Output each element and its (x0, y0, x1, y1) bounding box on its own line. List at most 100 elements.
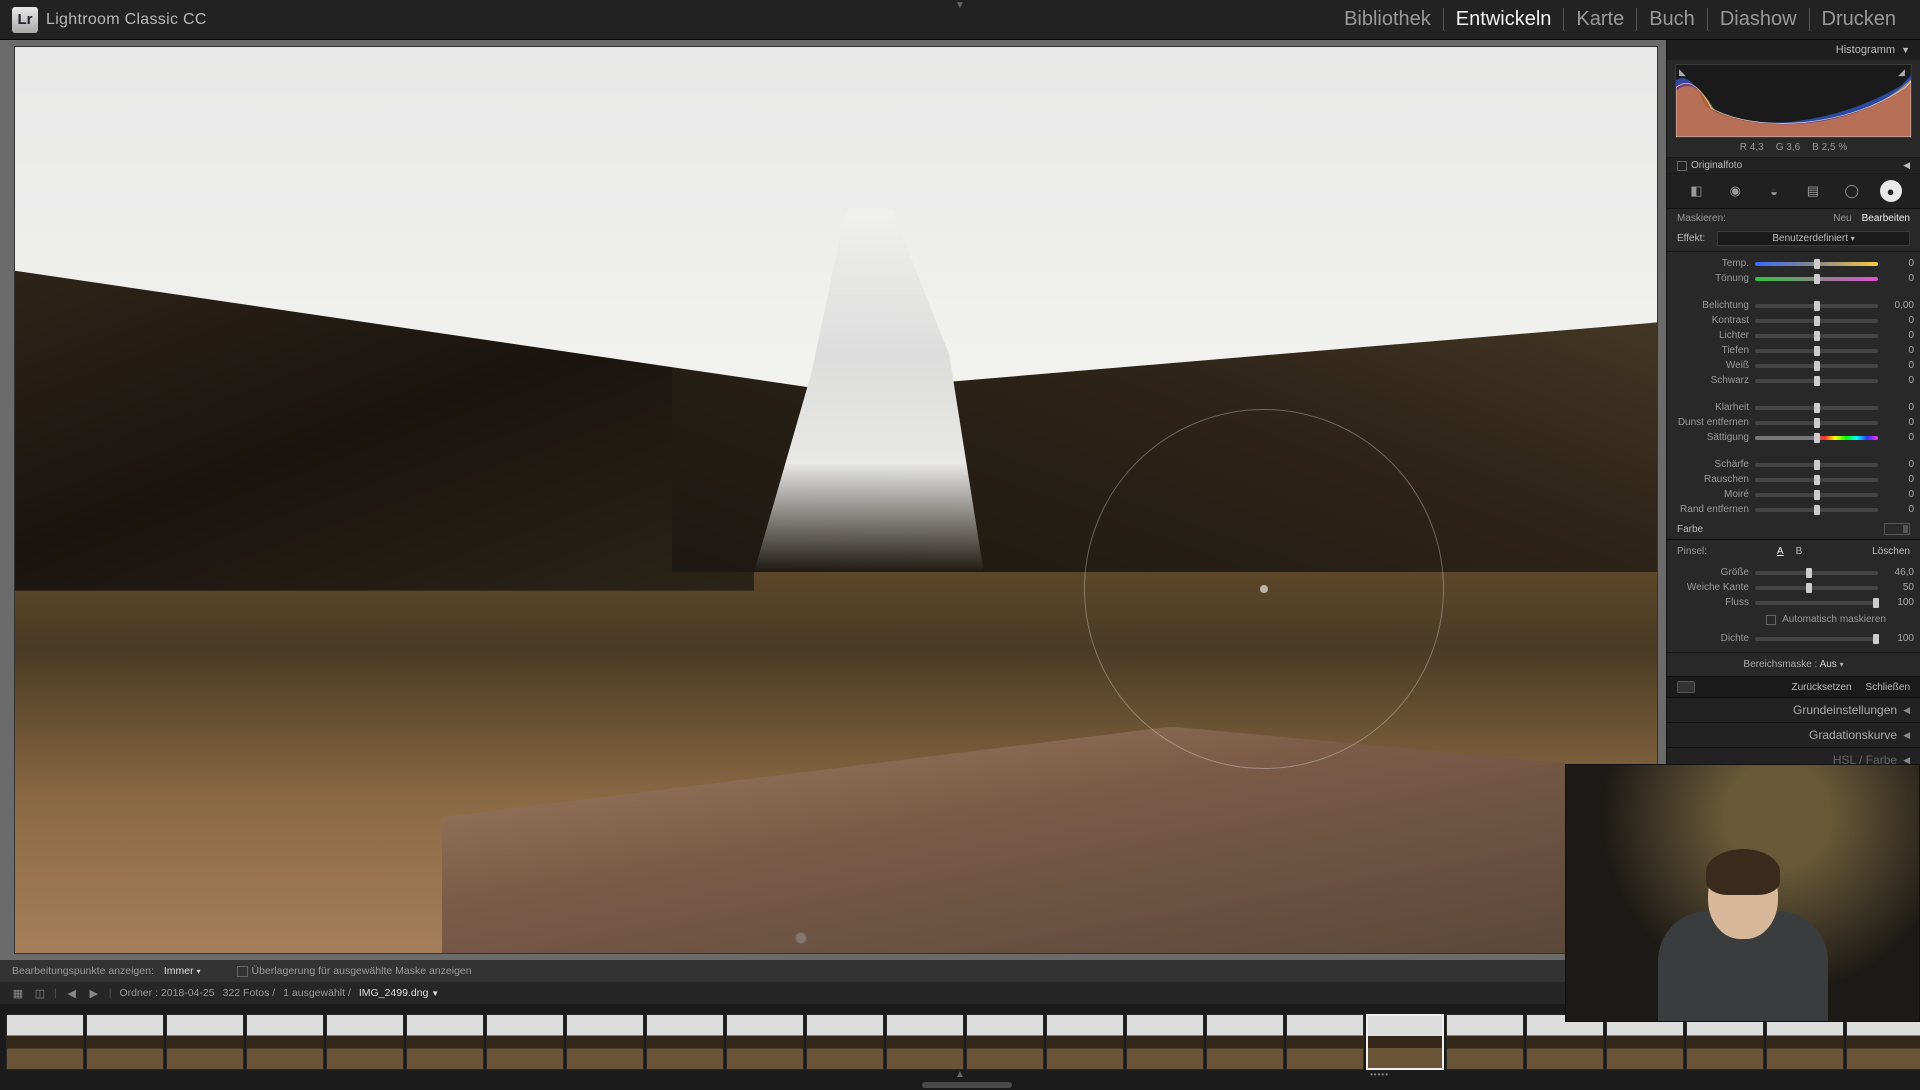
filmstrip-scrollbar[interactable] (0, 1080, 1920, 1090)
thumbnail[interactable] (726, 1014, 804, 1070)
brush-erase-button[interactable]: Löschen (1872, 546, 1910, 557)
brush-tool[interactable]: ● (1880, 180, 1902, 202)
effect-preset-select[interactable]: Benutzerdefiniert ▾ (1717, 231, 1910, 246)
highlight-clip-icon[interactable]: ◢ (1898, 67, 1908, 77)
edit-pins-mode-select[interactable]: Immer ▾ (164, 965, 201, 977)
brush-fluss[interactable]: Fluss100 (1673, 595, 1914, 610)
auto-mask-row[interactable]: Automatisch maskieren (1667, 612, 1920, 627)
brush-label: Pinsel: (1677, 546, 1707, 557)
thumbnail[interactable] (1446, 1014, 1524, 1070)
breadcrumb[interactable]: Ordner : 2018-04-25 (119, 987, 214, 999)
panel-bottom-handle[interactable]: ▲ (955, 1069, 965, 1080)
brush-weiche-kante[interactable]: Weiche Kante50 (1673, 580, 1914, 595)
slider-belichtung[interactable]: Belichtung0,00 (1673, 298, 1914, 313)
reset-button[interactable]: Zurücksetzen (1792, 682, 1852, 693)
slider-klarheit[interactable]: Klarheit0 (1673, 400, 1914, 415)
close-button[interactable]: Schließen (1866, 682, 1910, 693)
thumbnail[interactable] (166, 1014, 244, 1070)
histogram[interactable]: ◣ ◢ (1675, 64, 1912, 138)
panel-toggle-switch[interactable] (1677, 681, 1695, 693)
slider-kontrast[interactable]: Kontrast0 (1673, 313, 1914, 328)
thumbnail[interactable] (886, 1014, 964, 1070)
shadow-clip-icon[interactable]: ◣ (1679, 67, 1689, 77)
histogram-rgb-readout: R 4,3 G 3,6 B 2,5 % (1667, 140, 1920, 157)
histogram-header[interactable]: Histogramm▼ (1667, 40, 1920, 60)
thumbnail[interactable] (1686, 1014, 1764, 1070)
overlay-toggle[interactable]: Überlagerung für ausgewählte Maske anzei… (237, 965, 472, 977)
slider-rauschen[interactable]: Rauschen0 (1673, 472, 1914, 487)
slider-temp-[interactable]: Temp.0 (1673, 256, 1914, 271)
slider-dunst-entfernen[interactable]: Dunst entfernen0 (1673, 415, 1914, 430)
checkbox-icon[interactable] (1677, 161, 1687, 171)
reset-close-row: Zurücksetzen Schließen (1667, 676, 1920, 697)
brush-b-button[interactable]: B (1796, 546, 1803, 557)
mask-new-button[interactable]: Neu (1833, 213, 1851, 224)
nav-karte[interactable]: Karte (1564, 8, 1637, 31)
thumbnail[interactable] (6, 1014, 84, 1070)
thumbnail[interactable] (1766, 1014, 1844, 1070)
brush-gr-e[interactable]: Größe46,0 (1673, 565, 1914, 580)
slider-rand-entfernen[interactable]: Rand entfernen0 (1673, 502, 1914, 517)
crop-tool[interactable]: ◧ (1685, 180, 1707, 202)
brush-dichte[interactable]: Dichte100 (1673, 631, 1914, 646)
mask-edit-button[interactable]: Bearbeiten (1862, 213, 1910, 224)
redeye-tool[interactable]: ◒ (1763, 180, 1785, 202)
nav-drucken[interactable]: Drucken (1810, 8, 1908, 31)
thumbnail[interactable] (566, 1014, 644, 1070)
original-photo-toggle[interactable]: Originalfoto ◀ (1667, 157, 1920, 174)
canvas-area[interactable] (0, 40, 1666, 960)
thumbnail[interactable] (806, 1014, 884, 1070)
compare-view-button[interactable]: ◫ (32, 986, 46, 1000)
slider-t-nung[interactable]: Tönung0 (1673, 271, 1914, 286)
nav-bibliothek[interactable]: Bibliothek (1332, 8, 1444, 31)
panel-gradationskurve[interactable]: Gradationskurve◀ (1667, 722, 1920, 747)
thumbnail[interactable] (326, 1014, 404, 1070)
slider-moir-[interactable]: Moiré0 (1673, 487, 1914, 502)
range-mask-row[interactable]: Bereichsmaske : Aus ▾ (1667, 652, 1920, 676)
nav-diashow[interactable]: Diashow (1708, 8, 1810, 31)
next-photo-button[interactable]: ▶ (87, 986, 101, 1000)
adjustment-pin[interactable] (795, 932, 807, 944)
nav-entwickeln[interactable]: Entwickeln (1444, 8, 1565, 31)
panel-top-handle[interactable]: ▼ (955, 0, 965, 11)
prev-photo-button[interactable]: ◀ (65, 986, 79, 1000)
grid-view-button[interactable]: ▦ (10, 986, 24, 1000)
thumbnail[interactable] (486, 1014, 564, 1070)
thumbnail[interactable] (1526, 1014, 1604, 1070)
radial-tool[interactable]: ◯ (1841, 180, 1863, 202)
slider-sch-rfe[interactable]: Schärfe0 (1673, 457, 1914, 472)
color-row: Farbe (1667, 519, 1920, 539)
nav-buch[interactable]: Buch (1637, 8, 1708, 31)
thumbnail[interactable] (406, 1014, 484, 1070)
thumbnail[interactable] (86, 1014, 164, 1070)
thumbnail[interactable] (246, 1014, 324, 1070)
module-nav: BibliothekEntwickelnKarteBuchDiashowDruc… (1332, 8, 1908, 31)
thumbnail[interactable] (1606, 1014, 1684, 1070)
webcam-overlay (1565, 764, 1920, 1022)
thumbnail[interactable] (1206, 1014, 1284, 1070)
slider-tiefen[interactable]: Tiefen0 (1673, 343, 1914, 358)
mask-label: Maskieren: (1677, 213, 1726, 224)
thumbnail[interactable] (1126, 1014, 1204, 1070)
slider-schwarz[interactable]: Schwarz0 (1673, 373, 1914, 388)
thumbnail[interactable] (1046, 1014, 1124, 1070)
thumbnail[interactable] (966, 1014, 1044, 1070)
color-swatch-picker[interactable] (1884, 523, 1910, 535)
spot-tool[interactable]: ◉ (1724, 180, 1746, 202)
edit-pins-label: Bearbeitungspunkte anzeigen: (12, 965, 154, 977)
brush-a-button[interactable]: A (1777, 546, 1784, 557)
thumbnail[interactable] (646, 1014, 724, 1070)
thumbnail[interactable] (1846, 1014, 1920, 1070)
main-photo[interactable] (14, 46, 1658, 954)
checkbox-icon[interactable] (1766, 615, 1776, 625)
slider-wei-[interactable]: Weiß0 (1673, 358, 1914, 373)
local-tools-strip: ◧ ◉ ◒ ▤ ◯ ● (1667, 174, 1920, 209)
current-filename[interactable]: IMG_2499.dng ▼ (359, 987, 439, 999)
slider-s-ttigung[interactable]: Sättigung0 (1673, 430, 1914, 445)
thumbnail[interactable] (1286, 1014, 1364, 1070)
gradient-tool[interactable]: ▤ (1802, 180, 1824, 202)
panel-grundeinstellungen[interactable]: Grundeinstellungen◀ (1667, 697, 1920, 722)
thumbnail[interactable]: ••••• (1366, 1014, 1444, 1070)
photo-count: 322 Fotos / (223, 987, 276, 999)
slider-lichter[interactable]: Lichter0 (1673, 328, 1914, 343)
